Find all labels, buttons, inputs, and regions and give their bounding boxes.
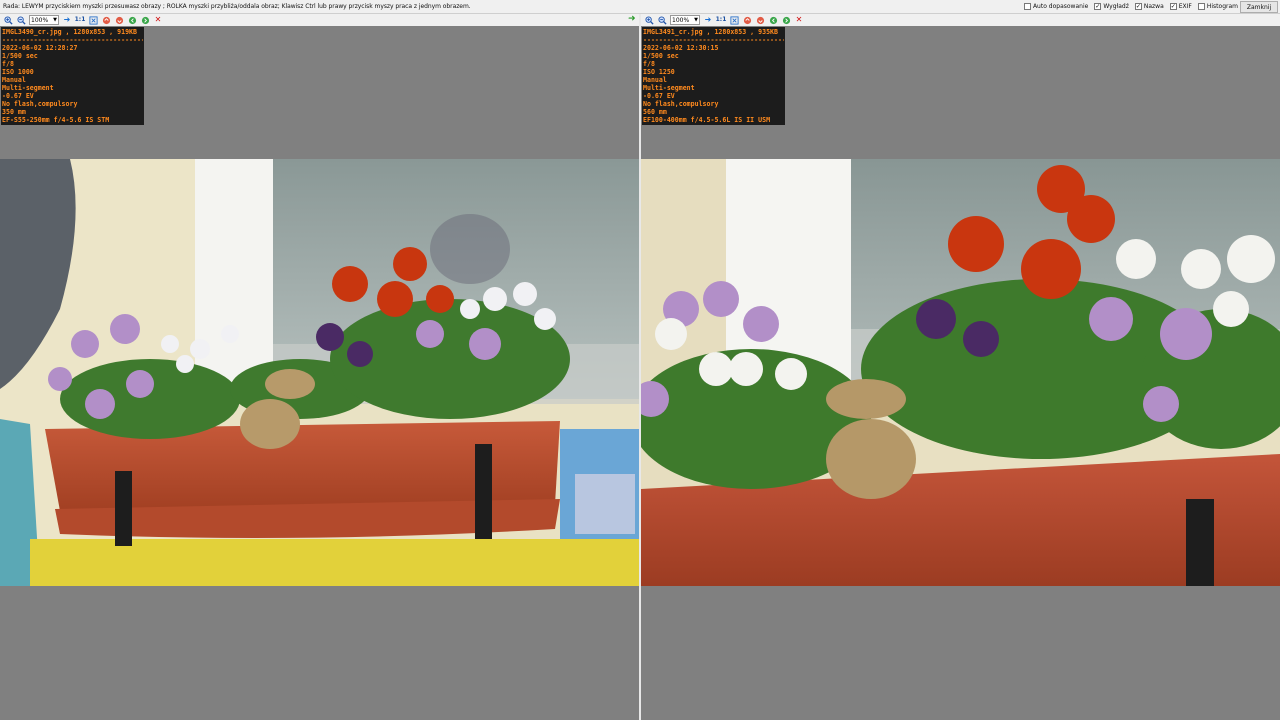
right-image-pane[interactable]: 100% ▼ ➜ 1:1 ✕ ➜ IMGL3491_cr.jpg , 1280x8… <box>628 14 1280 720</box>
checkbox[interactable] <box>1023 3 1031 10</box>
photo-left[interactable] <box>0 159 639 586</box>
close-button[interactable]: Zamknij <box>1240 1 1278 13</box>
checkbox[interactable] <box>1197 3 1205 10</box>
left-toolbar: 100% ▼ ➜ 1:1 ✕ <box>0 14 639 26</box>
exif-line: EF100-400mm f/4.5-5.6L IS II USM <box>643 116 771 124</box>
option-exif[interactable]: ✓ EXIF <box>1169 3 1192 10</box>
exif-line: Multi-segment <box>2 84 54 92</box>
fit-window-icon[interactable] <box>88 15 98 25</box>
exif-line: 2022-06-02 12:30:15 <box>643 44 719 52</box>
close-image-icon[interactable]: ✕ <box>153 15 163 25</box>
next-image-icon[interactable] <box>781 15 791 25</box>
zoom-value: 100% <box>672 16 690 24</box>
zoom-in-icon[interactable] <box>3 15 13 25</box>
next-arrow-icon[interactable]: ➜ <box>62 15 72 25</box>
exif-line: 1/500 sec <box>643 52 679 60</box>
exif-line: ISO 1250 <box>643 68 675 76</box>
rotate-left-icon[interactable] <box>101 15 111 25</box>
next-arrow-icon[interactable]: ➜ <box>703 15 713 25</box>
option-label: Wygładź <box>1103 3 1129 10</box>
option-smooth[interactable]: ✓ Wygładź <box>1094 3 1129 10</box>
exif-line: 2022-06-02 12:28:27 <box>2 44 78 52</box>
exif-line: Multi-segment <box>643 84 695 92</box>
zoom-in-icon[interactable] <box>644 15 654 25</box>
one-to-one-button[interactable]: 1:1 <box>716 15 727 25</box>
exif-line: -0.67 EV <box>643 92 675 100</box>
right-toolbar: 100% ▼ ➜ 1:1 ✕ <box>641 14 1280 26</box>
exif-line: ------------------------------------ <box>2 36 143 44</box>
checkbox[interactable]: ✓ <box>1094 3 1102 10</box>
left-image-pane[interactable]: 100% ▼ ➜ 1:1 ✕ IMGL3490_cr.jpg , 1280x853… <box>0 14 639 720</box>
exif-line: IMGL3491_cr.jpg , 1280x853 , 935KB <box>643 28 778 36</box>
exif-line: No flash,compulsory <box>2 100 78 108</box>
exif-line: Manual <box>2 76 26 84</box>
next-image-icon[interactable] <box>140 15 150 25</box>
chevron-down-icon: ▼ <box>694 17 698 23</box>
exif-panel: IMGL3490_cr.jpg , 1280x853 , 919KB -----… <box>1 27 144 125</box>
exif-line: 560 mm <box>643 108 667 116</box>
exif-line: 350 mm <box>2 108 26 116</box>
exif-line: ------------------------------------ <box>643 36 784 44</box>
options-group: Auto dopasowanie ✓ Wygładź ✓ Nazwa ✓ EXIF H… <box>1023 3 1238 10</box>
exif-line: EF-S55-250mm f/4-5.6 IS STM <box>2 116 110 124</box>
exif-line: ISO 1000 <box>2 68 34 76</box>
option-histogram[interactable]: Histogram <box>1197 3 1238 10</box>
rotate-right-icon[interactable] <box>755 15 765 25</box>
exif-line: IMGL3490_cr.jpg , 1280x853 , 919KB <box>2 28 137 36</box>
option-label: Histogram <box>1206 3 1238 10</box>
exif-line: Manual <box>643 76 667 84</box>
option-label: Auto dopasowanie <box>1032 3 1089 10</box>
checkbox[interactable]: ✓ <box>1169 3 1177 10</box>
prev-image-icon[interactable] <box>127 15 137 25</box>
zoom-out-icon[interactable] <box>16 15 26 25</box>
rotate-left-icon[interactable] <box>742 15 752 25</box>
exif-line: f/8 <box>2 60 14 68</box>
rotate-right-icon[interactable] <box>114 15 124 25</box>
zoom-select[interactable]: 100% ▼ <box>29 15 59 25</box>
one-to-one-button[interactable]: 1:1 <box>75 15 86 25</box>
zoom-select[interactable]: 100% ▼ <box>670 15 700 25</box>
option-label: EXIF <box>1178 3 1192 10</box>
option-label: Nazwa <box>1143 3 1164 10</box>
option-auto-fit[interactable]: Auto dopasowanie <box>1023 3 1089 10</box>
exif-line: -0.67 EV <box>2 92 34 100</box>
photo-right[interactable] <box>641 159 1280 586</box>
exif-line: No flash,compulsory <box>643 100 719 108</box>
option-name[interactable]: ✓ Nazwa <box>1134 3 1164 10</box>
prev-image-icon[interactable] <box>768 15 778 25</box>
close-image-icon[interactable]: ✕ <box>794 15 804 25</box>
top-bar: Rada: LEWYM przyciskiem myszki przesuwas… <box>0 0 1280 14</box>
zoom-out-icon[interactable] <box>657 15 667 25</box>
hint-text: Rada: LEWYM przyciskiem myszki przesuwas… <box>3 3 471 10</box>
back-arrow-icon[interactable]: ➜ <box>628 15 636 24</box>
exif-line: f/8 <box>643 60 655 68</box>
zoom-value: 100% <box>31 16 49 24</box>
exif-panel: IMGL3491_cr.jpg , 1280x853 , 935KB -----… <box>642 27 785 125</box>
exif-line: 1/500 sec <box>2 52 38 60</box>
fit-window-icon[interactable] <box>729 15 739 25</box>
chevron-down-icon: ▼ <box>53 17 57 23</box>
checkbox[interactable]: ✓ <box>1134 3 1142 10</box>
